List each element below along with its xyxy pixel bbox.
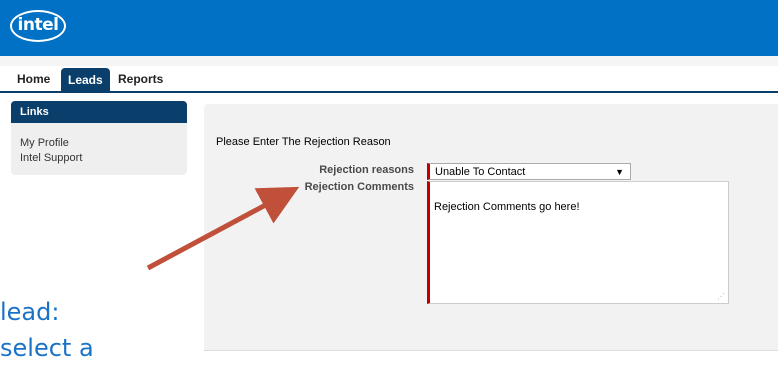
annotation-text-line1: lead: xyxy=(0,298,60,326)
annotation-text-line2: select a xyxy=(0,334,94,362)
annotation-arrow-layer xyxy=(146,186,300,271)
annotation-arrow xyxy=(146,186,300,271)
